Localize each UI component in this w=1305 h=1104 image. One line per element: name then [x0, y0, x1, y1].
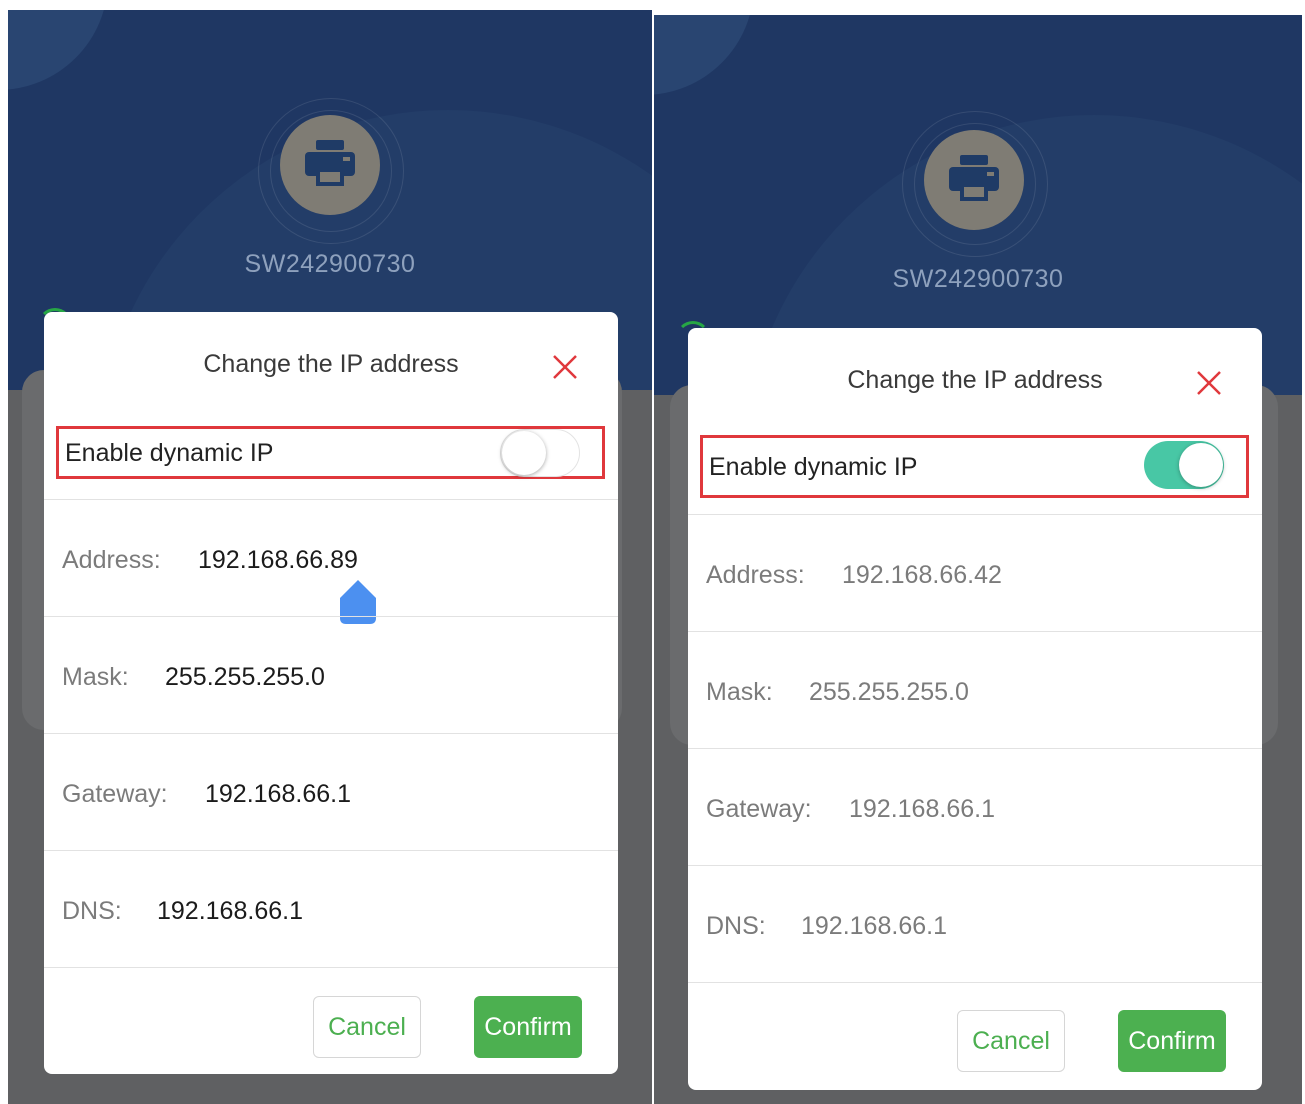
divider	[44, 967, 618, 968]
address-input[interactable]: 192.168.66.42	[842, 561, 1002, 590]
device-name: SW242900730	[244, 250, 416, 278]
dns-row: DNS: 192.168.66.1	[44, 851, 618, 967]
dns-row: DNS: 192.168.66.1	[688, 866, 1262, 982]
dynamic-ip-toggle[interactable]	[500, 429, 580, 477]
address-label: Address:	[706, 561, 805, 589]
gateway-input[interactable]: 192.168.66.1	[205, 780, 351, 809]
close-button[interactable]	[550, 352, 580, 382]
gateway-label: Gateway:	[706, 795, 812, 823]
gateway-label: Gateway:	[62, 780, 168, 808]
dynamic-ip-label: Enable dynamic IP	[709, 453, 918, 481]
dns-input[interactable]: 192.168.66.1	[157, 897, 303, 926]
address-row: Address: 192.168.66.42	[688, 515, 1262, 631]
cancel-button[interactable]: Cancel	[957, 1010, 1065, 1072]
dynamic-ip-row: Enable dynamic IP	[700, 435, 1249, 498]
screen-left: SW242900730 Change the IP address Enable…	[8, 10, 652, 1104]
mask-label: Mask:	[62, 663, 129, 691]
gateway-row: Gateway: 192.168.66.1	[44, 734, 618, 850]
dns-input[interactable]: 192.168.66.1	[801, 912, 947, 941]
printer-icon	[924, 130, 1024, 230]
ip-dialog: Change the IP address Enable dynamic IP …	[44, 312, 618, 1074]
gateway-row: Gateway: 192.168.66.1	[688, 749, 1262, 865]
device-name: SW242900730	[892, 265, 1064, 293]
dynamic-ip-row: Enable dynamic IP	[56, 426, 605, 479]
dns-label: DNS:	[706, 912, 766, 940]
close-icon	[553, 355, 577, 379]
mask-input[interactable]: 255.255.255.0	[165, 663, 325, 692]
dialog-title: Change the IP address	[203, 350, 459, 378]
mask-row: Mask: 255.255.255.0	[688, 632, 1262, 748]
dynamic-ip-label: Enable dynamic IP	[65, 439, 274, 467]
toggle-knob	[502, 431, 546, 475]
close-button[interactable]	[1194, 368, 1224, 398]
gateway-input[interactable]: 192.168.66.1	[849, 795, 995, 824]
dns-label: DNS:	[62, 897, 122, 925]
screen-right: SW242900730 Change the IP address Enable…	[654, 15, 1302, 1104]
decor-circle	[654, 15, 754, 95]
toggle-knob	[1179, 443, 1223, 487]
confirm-button[interactable]: Confirm	[474, 996, 582, 1058]
mask-label: Mask:	[706, 678, 773, 706]
mask-row: Mask: 255.255.255.0	[44, 617, 618, 733]
close-icon	[1197, 371, 1221, 395]
mask-input[interactable]: 255.255.255.0	[809, 678, 969, 707]
cancel-button[interactable]: Cancel	[313, 996, 421, 1058]
dynamic-ip-toggle[interactable]	[1144, 441, 1224, 489]
address-row: Address: 192.168.66.89	[44, 500, 618, 624]
ip-dialog: Change the IP address Enable dynamic IP …	[688, 328, 1262, 1090]
confirm-button[interactable]: Confirm	[1118, 1010, 1226, 1072]
decor-circle	[8, 10, 108, 90]
divider	[688, 982, 1262, 983]
printer-icon	[280, 115, 380, 215]
address-label: Address:	[62, 546, 161, 574]
dialog-title: Change the IP address	[847, 366, 1103, 394]
address-input[interactable]: 192.168.66.89	[198, 546, 358, 575]
